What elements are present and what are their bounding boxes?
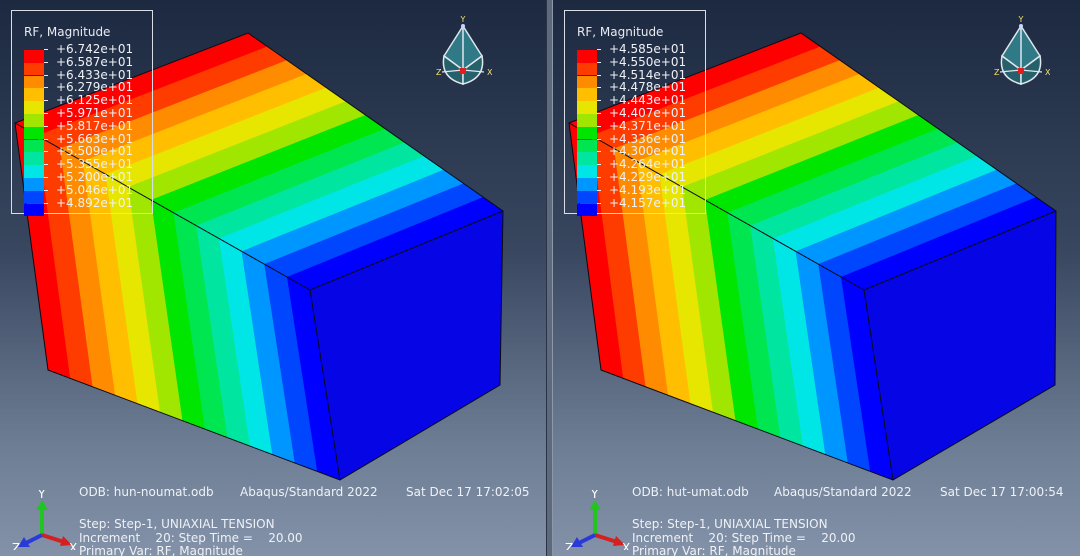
legend-swatch <box>577 114 597 127</box>
legend-tick <box>597 151 601 153</box>
legend-tick <box>597 113 601 114</box>
contour-legend[interactable]: RF, Magnitude +4.585e+01 +4.550e+01 +4.514… <box>564 10 706 217</box>
legend-tick <box>44 87 48 89</box>
legend-tick <box>44 49 48 50</box>
triad-x-label: X <box>1045 68 1050 77</box>
legend-swatch <box>577 203 597 217</box>
axis-z-label: Z <box>12 541 20 550</box>
legend-swatch <box>577 178 597 191</box>
odb-date: Sat Dec 17 17:02:05 <box>406 485 530 499</box>
legend-value: +6.587e+01 <box>56 54 134 69</box>
legend-swatch <box>577 101 597 114</box>
legend-tick <box>597 164 601 166</box>
contour-legend[interactable]: RF, Magnitude +6.742e+01 +6.587e+01 +6.433… <box>11 10 153 217</box>
legend-tick <box>597 74 601 76</box>
viewport-right[interactable]: RF, Magnitude +4.585e+01 +4.550e+01 +4.514… <box>553 0 1080 556</box>
solver-version: Abaqus/Standard 2022 <box>240 485 378 499</box>
legend-value: +4.892e+01 <box>56 195 134 210</box>
legend-tick <box>44 125 48 127</box>
legend-swatch <box>577 152 597 165</box>
triad-part <box>460 68 466 74</box>
legend-tick <box>44 151 48 153</box>
legend-tick <box>597 125 601 127</box>
axis-x-label: X <box>622 541 630 550</box>
view-triad-icon[interactable]: Y Z X <box>990 12 1050 87</box>
legend-tick <box>44 74 48 76</box>
legend-tick <box>597 100 601 102</box>
legend-value: +4.371e+01 <box>609 118 687 133</box>
legend-tick <box>44 202 48 204</box>
legend-swatch <box>24 139 44 153</box>
triad-part <box>1019 24 1023 28</box>
legend-swatch <box>24 114 44 127</box>
triad-y-label: Y <box>460 15 466 24</box>
legend-swatch <box>24 50 44 63</box>
legend-swatch <box>24 165 44 178</box>
legend-value: +4.193e+01 <box>609 182 687 197</box>
odb-name: ODB: hun-noumat.odb <box>79 485 214 499</box>
legend-swatch <box>577 62 597 76</box>
legend-title: RF, Magnitude <box>24 25 111 39</box>
legend-tick <box>44 100 48 102</box>
legend-swatch <box>24 152 44 165</box>
legend-tick <box>44 189 48 191</box>
triad-z-label: Z <box>994 68 1000 77</box>
axis-x-label: X <box>69 541 77 550</box>
axis-z-label: Z <box>565 541 573 550</box>
legend-tick <box>44 177 48 178</box>
legend-tick <box>44 61 48 63</box>
legend-tick <box>44 164 48 166</box>
legend-tick <box>44 113 48 114</box>
triad-z-label: Z <box>436 68 442 77</box>
viewport-left[interactable]: RF, Magnitude +6.742e+01 +6.587e+01 +6.433… <box>0 0 546 556</box>
viewport-divider[interactable] <box>546 0 553 556</box>
view-triad-icon[interactable]: Y Z X <box>432 12 492 87</box>
increment-info: Increment 20: Step Time = 20.00 <box>632 531 856 545</box>
axis-y-label: Y <box>590 490 599 501</box>
legend-swatch <box>24 126 44 140</box>
legend-swatch <box>577 75 597 89</box>
legend-swatch <box>24 88 44 101</box>
legend-swatch <box>577 50 597 63</box>
legend-tick <box>597 177 601 178</box>
legend-swatch <box>577 88 597 101</box>
primary-var-info: Primary Var: RF, Magnitude <box>79 544 243 556</box>
legend-swatch <box>24 75 44 89</box>
increment-info: Increment 20: Step Time = 20.00 <box>79 531 303 545</box>
legend-tick <box>597 138 601 140</box>
legend-swatch <box>577 139 597 153</box>
axis-y-label: Y <box>37 490 46 501</box>
legend-tick <box>597 189 601 191</box>
legend-swatch <box>577 126 597 140</box>
legend-value: +5.046e+01 <box>56 182 134 197</box>
triad-part <box>461 24 465 28</box>
legend-title: RF, Magnitude <box>577 25 664 39</box>
step-info: Step: Step-1, UNIAXIAL TENSION <box>79 517 275 531</box>
legend-value: +4.157e+01 <box>609 195 687 210</box>
legend-swatch <box>24 101 44 114</box>
legend-tick <box>597 61 601 63</box>
legend-tick <box>597 87 601 89</box>
legend-swatch <box>24 62 44 76</box>
triad-x-label: X <box>487 68 492 77</box>
legend-tick <box>44 138 48 140</box>
odb-name: ODB: hut-umat.odb <box>632 485 749 499</box>
legend-swatch <box>577 165 597 178</box>
legend-value: +5.817e+01 <box>56 118 134 133</box>
legend-value: +4.550e+01 <box>609 54 687 69</box>
legend-swatch <box>577 190 597 204</box>
legend-tick <box>597 202 601 204</box>
step-info: Step: Step-1, UNIAXIAL TENSION <box>632 517 828 531</box>
legend-swatch <box>24 203 44 217</box>
solver-version: Abaqus/Standard 2022 <box>774 485 912 499</box>
legend-tick <box>597 49 601 50</box>
legend-swatch <box>24 178 44 191</box>
primary-var-info: Primary Var: RF, Magnitude <box>632 544 796 556</box>
triad-y-label: Y <box>1018 15 1024 24</box>
odb-date: Sat Dec 17 17:00:54 <box>940 485 1064 499</box>
legend-swatch <box>24 190 44 204</box>
triad-part <box>1018 68 1024 74</box>
